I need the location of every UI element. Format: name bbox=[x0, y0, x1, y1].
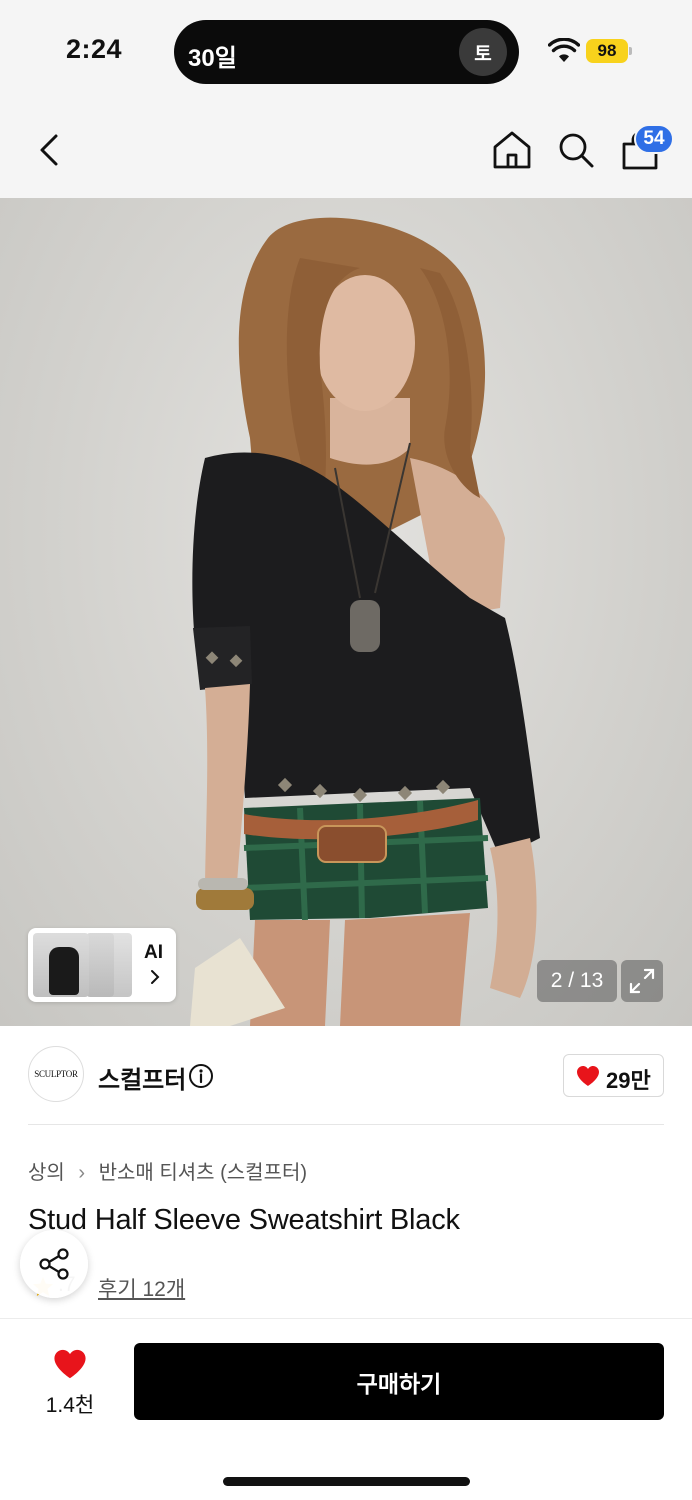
top-nav: 54 bbox=[0, 100, 692, 198]
wishlist-button[interactable]: 1.4천 bbox=[30, 1345, 110, 1417]
search-icon[interactable] bbox=[554, 128, 598, 172]
product-photo bbox=[190, 217, 540, 1026]
share-button[interactable] bbox=[20, 1230, 88, 1298]
wifi-icon bbox=[548, 38, 580, 62]
breadcrumb-subcategory[interactable]: 반소매 티셔츠 (스컬프터) bbox=[99, 1156, 307, 1185]
island-badge: 토 bbox=[459, 28, 507, 76]
brand-like-button[interactable]: 29만 bbox=[563, 1054, 664, 1097]
thumbnail-image bbox=[33, 933, 89, 997]
island-text: 30일 bbox=[188, 45, 237, 72]
home-icon[interactable] bbox=[490, 128, 534, 172]
share-icon bbox=[39, 1248, 69, 1280]
battery-tip bbox=[629, 47, 632, 55]
chevron-right-icon: › bbox=[78, 1162, 86, 1184]
reviews-link[interactable]: 후기 12개 bbox=[98, 1273, 185, 1303]
home-indicator bbox=[223, 1477, 470, 1486]
chevron-right-icon bbox=[151, 970, 160, 984]
ai-similar-thumbnails[interactable]: AI bbox=[28, 928, 176, 1002]
expand-icon bbox=[629, 968, 655, 994]
cart-count-badge: 54 bbox=[634, 124, 674, 154]
bottom-action-bar: 1.4천 구매하기 bbox=[0, 1318, 692, 1500]
brand-like-count: 29만 bbox=[606, 1068, 651, 1093]
buy-button[interactable]: 구매하기 bbox=[134, 1343, 664, 1420]
breadcrumb-category[interactable]: 상의 bbox=[28, 1156, 65, 1185]
heart-icon bbox=[577, 1066, 599, 1086]
breadcrumb: 상의 › 반소매 티셔츠 (스컬프터) bbox=[28, 1156, 307, 1185]
info-icon[interactable] bbox=[188, 1063, 214, 1089]
product-image-gallery[interactable]: AI 2 / 13 bbox=[0, 198, 692, 1026]
heart-icon bbox=[54, 1349, 86, 1379]
battery-icon: 98 bbox=[586, 39, 628, 63]
brand-name[interactable]: 스컬프터 bbox=[98, 1060, 186, 1095]
expand-button[interactable] bbox=[621, 960, 663, 1002]
image-counter: 2 / 13 bbox=[537, 960, 617, 1002]
back-icon[interactable] bbox=[30, 128, 70, 172]
status-time: 2:24 bbox=[66, 34, 123, 64]
wishlist-count: 1.4천 bbox=[45, 1394, 95, 1417]
status-bar: 2:24 30일 토 98 bbox=[0, 0, 692, 100]
brand-logo[interactable]: SCULPTOR bbox=[28, 1046, 84, 1102]
divider bbox=[28, 1124, 664, 1125]
thumbnail-figure bbox=[49, 947, 79, 995]
product-title: Stud Half Sleeve Sweatshirt Black bbox=[28, 1204, 460, 1236]
thumbnail-image bbox=[86, 933, 114, 997]
dynamic-island: 30일 토 bbox=[174, 20, 519, 84]
ai-label: AI bbox=[144, 942, 163, 963]
